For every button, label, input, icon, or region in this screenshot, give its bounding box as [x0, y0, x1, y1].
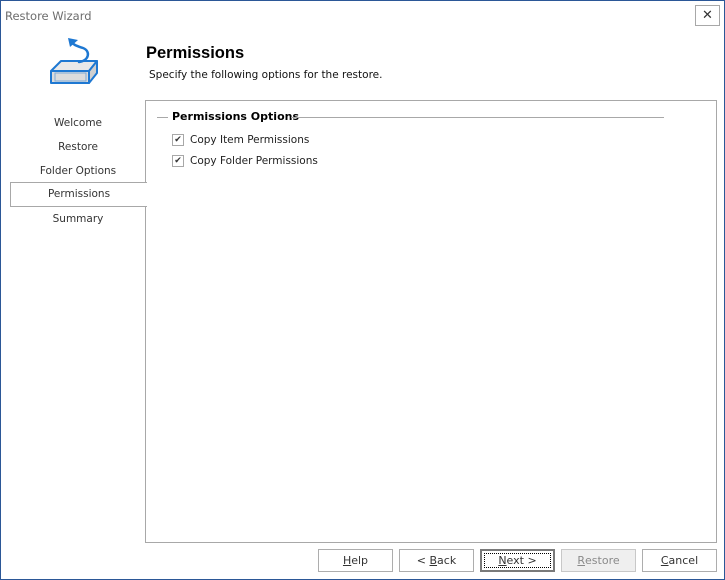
sidebar-item-permissions[interactable]: Permissions	[10, 182, 147, 207]
help-label: elp	[351, 554, 369, 567]
back-prefix: <	[416, 554, 430, 567]
cancel-button[interactable]: Cancel	[642, 549, 717, 572]
checkmark-icon: ✔	[174, 156, 182, 166]
restore-label: estore	[585, 554, 620, 567]
focus-rectangle	[484, 553, 551, 568]
back-mnemonic: B	[429, 554, 438, 567]
help-button[interactable]: Help	[318, 549, 393, 572]
cancel-mnemonic: C	[660, 554, 669, 567]
close-icon: ✕	[702, 8, 713, 23]
back-label: ack	[437, 554, 457, 567]
cancel-label: ancel	[668, 554, 699, 567]
sidebar-item-welcome[interactable]: Welcome	[10, 111, 146, 135]
close-button[interactable]: ✕	[695, 5, 720, 26]
copy-folder-permissions-label[interactable]: Copy Folder Permissions	[190, 155, 318, 167]
copy-folder-permissions-checkbox[interactable]: ✔	[172, 155, 184, 167]
copy-folder-permissions-option[interactable]: ✔ Copy Folder Permissions	[172, 155, 318, 167]
page-subtitle: Specify the following options for the re…	[149, 69, 383, 81]
group-divider-right	[291, 117, 664, 118]
permissions-options-heading: Permissions Options	[172, 110, 299, 123]
restore-mnemonic: R	[577, 554, 586, 567]
restore-wizard-window: Restore Wizard ✕ Permissions Specify the…	[0, 0, 725, 580]
copy-item-permissions-label[interactable]: Copy Item Permissions	[190, 134, 309, 146]
sidebar-item-restore[interactable]: Restore	[10, 135, 146, 159]
page-title: Permissions	[146, 44, 245, 62]
copy-item-permissions-checkbox[interactable]: ✔	[172, 134, 184, 146]
help-mnemonic: H	[342, 554, 352, 567]
sidebar-item-summary[interactable]: Summary	[10, 207, 146, 231]
next-button[interactable]: Next >	[480, 549, 555, 572]
restore-button[interactable]: Restore	[561, 549, 636, 572]
group-divider-left	[157, 117, 168, 118]
window-title: Restore Wizard	[5, 9, 92, 23]
sidebar-item-folder-options[interactable]: Folder Options	[10, 159, 146, 183]
restore-box-icon	[50, 38, 98, 84]
checkmark-icon: ✔	[174, 135, 182, 145]
copy-item-permissions-option[interactable]: ✔ Copy Item Permissions	[172, 134, 309, 146]
back-button[interactable]: < Back	[399, 549, 474, 572]
